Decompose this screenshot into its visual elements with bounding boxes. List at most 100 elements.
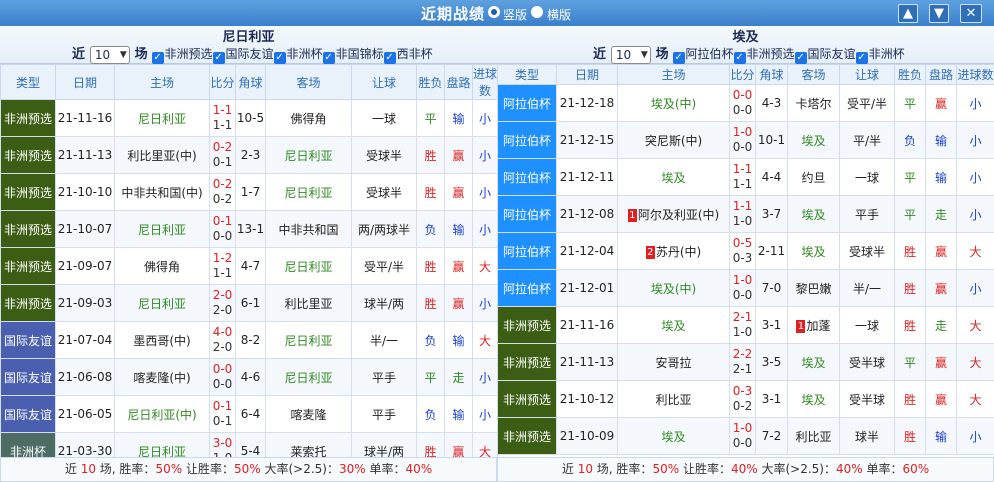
right-filter-1[interactable]: ✓ 非洲预选 — [733, 47, 795, 64]
table-row: 非洲预选 21-11-16 埃及 2-1 1-0 3-1 1 加蓬 一球胜走大 — [497, 306, 994, 344]
match-score[interactable]: 0-2 0-2 — [209, 173, 236, 211]
match-score[interactable]: 1-1 1-1 — [729, 158, 756, 196]
match-score[interactable]: 0-1 0-1 — [209, 395, 236, 433]
away-team[interactable]: 约旦 — [787, 158, 840, 196]
home-team[interactable]: 墨西哥(中) — [114, 321, 210, 359]
away-team[interactable]: 尼日利亚 — [265, 358, 352, 396]
home-team[interactable]: 突尼斯(中) — [617, 121, 730, 159]
match-score[interactable]: 0-2 0-1 — [209, 136, 236, 174]
home-team[interactable]: 尼日利亚 — [114, 99, 210, 137]
right-filter-3[interactable]: ✓ 非洲杯 — [855, 47, 905, 64]
close-icon[interactable]: ✕ — [960, 4, 982, 23]
corner-count: 3-1 — [755, 306, 788, 344]
win-loss: 平 — [894, 343, 926, 381]
home-team[interactable]: 埃及(中) — [617, 269, 730, 307]
match-score[interactable]: 1-2 1-1 — [209, 247, 236, 285]
table-row: 阿拉伯杯 21-12-01 埃及(中) 1-0 0-0 7-0 黎巴嫩 半/一胜赢小 — [497, 269, 994, 307]
home-team[interactable]: 2 苏丹(中) — [617, 232, 730, 270]
team-name: 利比里亚(中) — [127, 148, 197, 163]
table-row: 阿拉伯杯 21-12-08 1 阿尔及利亚(中) 1-1 1-0 3-7 埃及 平手平走小 — [497, 195, 994, 233]
away-team[interactable]: 卡塔尔 — [787, 84, 840, 122]
home-team[interactable]: 利比里亚(中) — [114, 136, 210, 174]
away-team[interactable]: 埃及 — [787, 343, 840, 381]
home-team[interactable]: 佛得角 — [114, 247, 210, 285]
match-score[interactable]: 1-0 0-0 — [729, 417, 756, 455]
match-score[interactable]: 1-0 0-0 — [729, 269, 756, 307]
right-count-select[interactable]: 10 ▼ — [610, 45, 651, 64]
away-team[interactable]: 黎巴嫩 — [787, 269, 840, 307]
match-date: 21-07-04 — [55, 321, 115, 359]
home-team[interactable]: 埃及 — [617, 417, 730, 455]
left-filter-3[interactable]: ✓ 非国锦标 — [322, 47, 384, 64]
match-score[interactable]: 1-0 0-0 — [729, 121, 756, 159]
match-score[interactable]: 0-0 0-0 — [209, 358, 236, 396]
left-odd-rate: 40% — [405, 462, 433, 476]
match-score[interactable]: 4-0 2-0 — [209, 321, 236, 359]
away-team[interactable]: 1 加蓬 — [787, 306, 840, 344]
win-loss: 平 — [894, 158, 926, 196]
home-team[interactable]: 尼日利亚 — [114, 284, 210, 322]
away-team[interactable]: 埃及 — [787, 121, 840, 159]
away-team[interactable]: 埃及 — [787, 195, 840, 233]
match-score[interactable]: 0-1 0-0 — [209, 210, 236, 248]
away-team[interactable]: 埃及 — [787, 380, 840, 418]
up-arrow-icon[interactable]: ▲ — [898, 4, 918, 23]
home-team[interactable]: 喀麦隆(中) — [114, 358, 210, 396]
checkbox-checked-icon[interactable]: ✓ — [151, 52, 164, 64]
checkbox-checked-icon[interactable]: ✓ — [273, 52, 286, 64]
away-team[interactable]: 尼日利亚 — [265, 173, 352, 211]
away-team[interactable]: 尼日利亚 — [265, 321, 352, 359]
away-team[interactable]: 埃及 — [787, 232, 840, 270]
home-team[interactable]: 埃及 — [617, 158, 730, 196]
handicap: 受球半 — [839, 232, 895, 270]
home-team[interactable]: 埃及(中) — [617, 84, 730, 122]
team-name: 利比里亚 — [284, 296, 333, 311]
left-filter-0[interactable]: ✓ 非洲预选 — [151, 47, 213, 64]
radio-vertical[interactable] — [488, 6, 500, 18]
team-name: 阿尔及利亚(中) — [637, 207, 720, 222]
competition-type: 国际友谊 — [0, 358, 56, 396]
left-filter-2[interactable]: ✓ 非洲杯 — [273, 47, 323, 64]
home-team[interactable]: 尼日利亚 — [114, 210, 210, 248]
home-team[interactable]: 埃及 — [617, 306, 730, 344]
match-score[interactable]: 2-0 2-0 — [209, 284, 236, 322]
match-date: 21-11-16 — [55, 99, 115, 137]
match-score[interactable]: 2-1 1-0 — [729, 306, 756, 344]
down-arrow-icon[interactable]: ▼ — [929, 4, 949, 23]
match-score[interactable]: 0-3 0-2 — [729, 380, 756, 418]
match-score[interactable]: 0-5 0-3 — [729, 232, 756, 270]
away-team[interactable]: 喀麦隆 — [265, 395, 352, 433]
match-score[interactable]: 1-1 1-1 — [209, 99, 236, 137]
away-team[interactable]: 利比里亚 — [265, 284, 352, 322]
home-team[interactable]: 安哥拉 — [617, 343, 730, 381]
checkbox-checked-icon[interactable]: ✓ — [322, 52, 335, 64]
home-team[interactable]: 利比亚 — [617, 380, 730, 418]
match-score[interactable]: 0-0 0-0 — [729, 84, 756, 122]
match-score[interactable]: 2-2 2-1 — [729, 343, 756, 381]
left-filter-1[interactable]: ✓ 国际友谊 — [212, 47, 274, 64]
away-team[interactable]: 利比亚 — [787, 417, 840, 455]
right-filter-0[interactable]: ✓ 阿拉伯杯 — [672, 47, 734, 64]
checkbox-checked-icon[interactable]: ✓ — [672, 52, 685, 64]
checkbox-checked-icon[interactable]: ✓ — [855, 52, 868, 64]
home-team[interactable]: 1 阿尔及利亚(中) — [617, 195, 730, 233]
away-team[interactable]: 中非共和国 — [265, 210, 352, 248]
match-score[interactable]: 1-1 1-0 — [729, 195, 756, 233]
left-filter-4[interactable]: ✓ 西非杯 — [383, 47, 433, 64]
away-team[interactable]: 尼日利亚 — [265, 136, 352, 174]
half-time-score: 0-2 — [212, 192, 233, 206]
checkbox-checked-icon[interactable]: ✓ — [383, 52, 396, 64]
match-date: 21-06-08 — [55, 358, 115, 396]
radio-horizontal[interactable] — [531, 6, 543, 18]
right-filter-2[interactable]: ✓ 国际友谊 — [794, 47, 856, 64]
checkbox-checked-icon[interactable]: ✓ — [733, 52, 746, 64]
home-team[interactable]: 尼日利亚(中) — [114, 395, 210, 433]
left-count-select[interactable]: 10 ▼ — [89, 45, 130, 64]
column-header: 胜负 — [894, 64, 926, 85]
away-team[interactable]: 佛得角 — [265, 99, 352, 137]
checkbox-checked-icon[interactable]: ✓ — [212, 52, 225, 64]
away-team[interactable]: 尼日利亚 — [265, 247, 352, 285]
win-loss: 胜 — [894, 380, 926, 418]
home-team[interactable]: 中非共和国(中) — [114, 173, 210, 211]
checkbox-checked-icon[interactable]: ✓ — [794, 52, 807, 64]
